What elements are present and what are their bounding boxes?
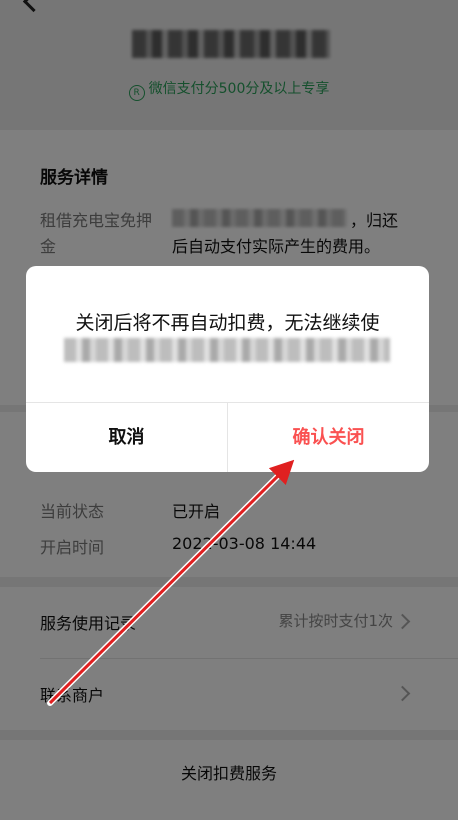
confirm-close-button[interactable]: 确认关闭	[228, 403, 429, 472]
cancel-button[interactable]: 取消	[26, 403, 227, 472]
dialog-message: 关闭后将不再自动扣费，无法继续使	[75, 312, 380, 334]
confirm-dialog: 关闭后将不再自动扣费，无法继续使 取消 确认关闭	[26, 266, 429, 472]
screen: R微信支付分500分及以上专享 服务详情 租借充电宝免押金 ，归还 后自动支付实…	[0, 0, 458, 820]
dialog-message-blurred	[64, 338, 390, 362]
